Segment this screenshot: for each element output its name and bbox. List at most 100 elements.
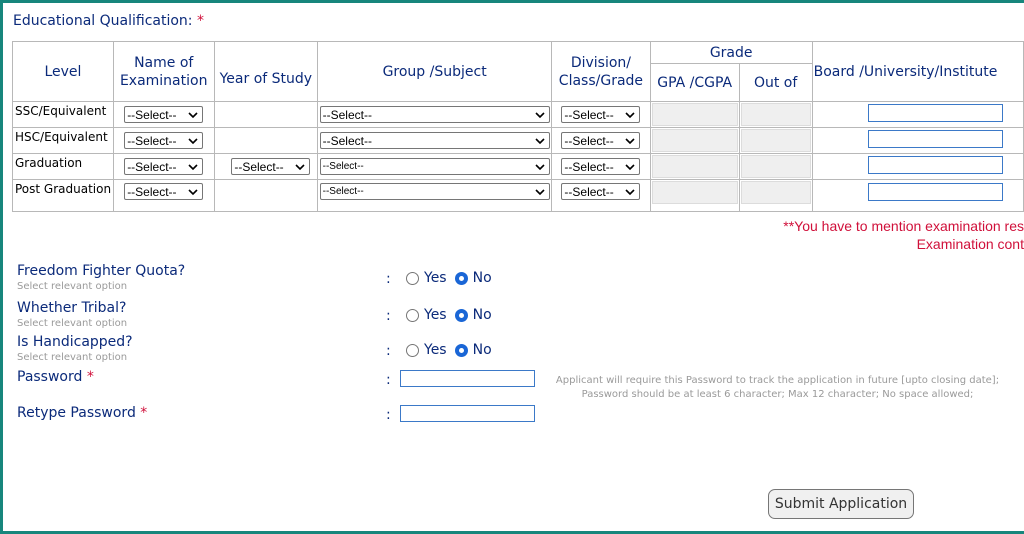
division-select[interactable]: --Select-- [561,106,641,123]
tribal-no-radio[interactable] [454,308,468,322]
chevron-down-icon [535,137,545,144]
colon: : [386,407,391,423]
password-label: Password * [17,369,94,385]
chevron-down-icon [188,188,198,195]
out-of-input [740,129,811,152]
education-table: Level Name of Examination Year of Study … [12,41,1024,212]
col-header-division: Division/ Class/Grade [551,41,651,102]
level-cell: HSC/Equivalent [12,127,114,154]
handicapped-yes-radio[interactable] [406,343,419,357]
exam-select[interactable]: --Select-- [124,158,204,175]
division-select-value: --Select-- [564,107,614,122]
col-header-gpa: GPA /CGPA [649,63,740,102]
division-select[interactable]: --Select-- [561,158,641,175]
yes-label[interactable]: Yes [424,307,447,323]
level-cell: SSC/Equivalent [12,101,114,128]
out-of-input [740,103,811,126]
educational-qualification-title: Educational Qualification: * [13,13,204,29]
division-select-value: --Select-- [564,159,614,174]
level-cell: Post Graduation [12,179,114,212]
retype-password-label-text: Retype Password [17,405,136,421]
is-handicapped-hint: Select relevant option [17,352,128,363]
freedom-fighter-quota-options: Yes No [406,270,500,286]
year-cell [213,127,319,154]
exam-select-value: --Select-- [127,107,177,122]
division-select[interactable]: --Select-- [561,183,641,200]
yes-label[interactable]: Yes [424,342,447,358]
chevron-down-icon [188,137,198,144]
password-input[interactable] [400,370,535,387]
colon: : [386,343,391,359]
no-label[interactable]: No [473,270,492,286]
division-select[interactable]: --Select-- [561,132,641,149]
chevron-down-icon [295,163,305,170]
required-mark: * [140,405,148,421]
chevron-down-icon [535,111,545,118]
submit-application-button[interactable]: Submit Application [768,489,914,519]
chevron-down-icon [188,163,198,170]
is-handicapped-label: Is Handicapped? [17,334,133,350]
subject-select[interactable]: --Select-- [319,106,550,123]
no-label[interactable]: No [473,342,492,358]
subject-select-value: --Select-- [322,186,364,197]
exam-select[interactable]: --Select-- [124,106,204,123]
required-mark: * [196,13,204,29]
out-of-input [740,181,811,204]
year-select-value: --Select-- [234,159,284,174]
col-header-year-of-study: Year of Study [213,41,319,102]
exam-select[interactable]: --Select-- [124,183,204,200]
password-hint: Applicant will require this Password to … [550,374,1005,402]
chevron-down-icon [625,111,635,118]
freedom-fighter-no-radio[interactable] [454,271,468,285]
password-hint-line2: Password should be at least 6 character;… [581,389,974,400]
yes-label[interactable]: Yes [424,270,447,286]
no-label[interactable]: No [473,307,492,323]
colon: : [386,372,391,388]
colon: : [386,271,391,287]
handicapped-no-radio[interactable] [454,343,468,357]
col-header-board: Board /University/Institute [811,41,1024,102]
year-select[interactable]: --Select-- [231,158,311,175]
chevron-down-icon [188,111,198,118]
subject-select[interactable]: --Select-- [319,132,550,149]
password-hint-line1: Applicant will require this Password to … [555,375,1000,386]
chevron-down-icon [625,163,635,170]
password-label-text: Password [17,369,83,385]
retype-password-input[interactable] [400,405,535,422]
subject-select-value: --Select-- [322,107,372,122]
required-mark: * [86,369,94,385]
exam-select-value: --Select-- [127,133,177,148]
table-row: HSC/Equivalent --Select-- --Select-- --S… [12,127,1024,154]
subject-select-value: --Select-- [322,133,372,148]
gpa-input [651,103,738,126]
whether-tribal-label: Whether Tribal? [17,300,127,316]
division-select-value: --Select-- [564,133,614,148]
exam-result-note-line1: **You have to mention examination res [783,218,1024,234]
application-form-panel: Educational Qualification: * Level Name … [0,0,1024,534]
subject-select[interactable]: --Select-- [319,158,550,175]
tribal-yes-radio[interactable] [406,308,419,322]
col-header-group-subject: Group /Subject [317,41,553,102]
level-cell: Graduation [12,153,114,180]
exam-result-note-line2: Examination cont [916,236,1024,252]
chevron-down-icon [535,188,545,195]
gpa-input [651,181,738,204]
exam-select[interactable]: --Select-- [124,132,204,149]
year-cell [213,179,319,212]
retype-password-label: Retype Password * [17,405,147,421]
col-header-grade: Grade [649,41,813,64]
board-input[interactable] [868,104,1004,122]
subject-select[interactable]: --Select-- [319,183,550,200]
chevron-down-icon [625,188,635,195]
board-input[interactable] [868,130,1004,148]
gpa-input [651,155,738,178]
board-input[interactable] [868,183,1004,201]
freedom-fighter-quota-hint: Select relevant option [17,281,128,292]
freedom-fighter-yes-radio[interactable] [406,271,419,285]
board-input[interactable] [868,156,1004,174]
colon: : [386,308,391,324]
table-row: Graduation --Select-- --Select-- --Selec… [12,153,1024,180]
table-row: SSC/Equivalent --Select-- --Select-- --S… [12,101,1024,128]
is-handicapped-options: Yes No [406,342,500,358]
gpa-input [651,129,738,152]
